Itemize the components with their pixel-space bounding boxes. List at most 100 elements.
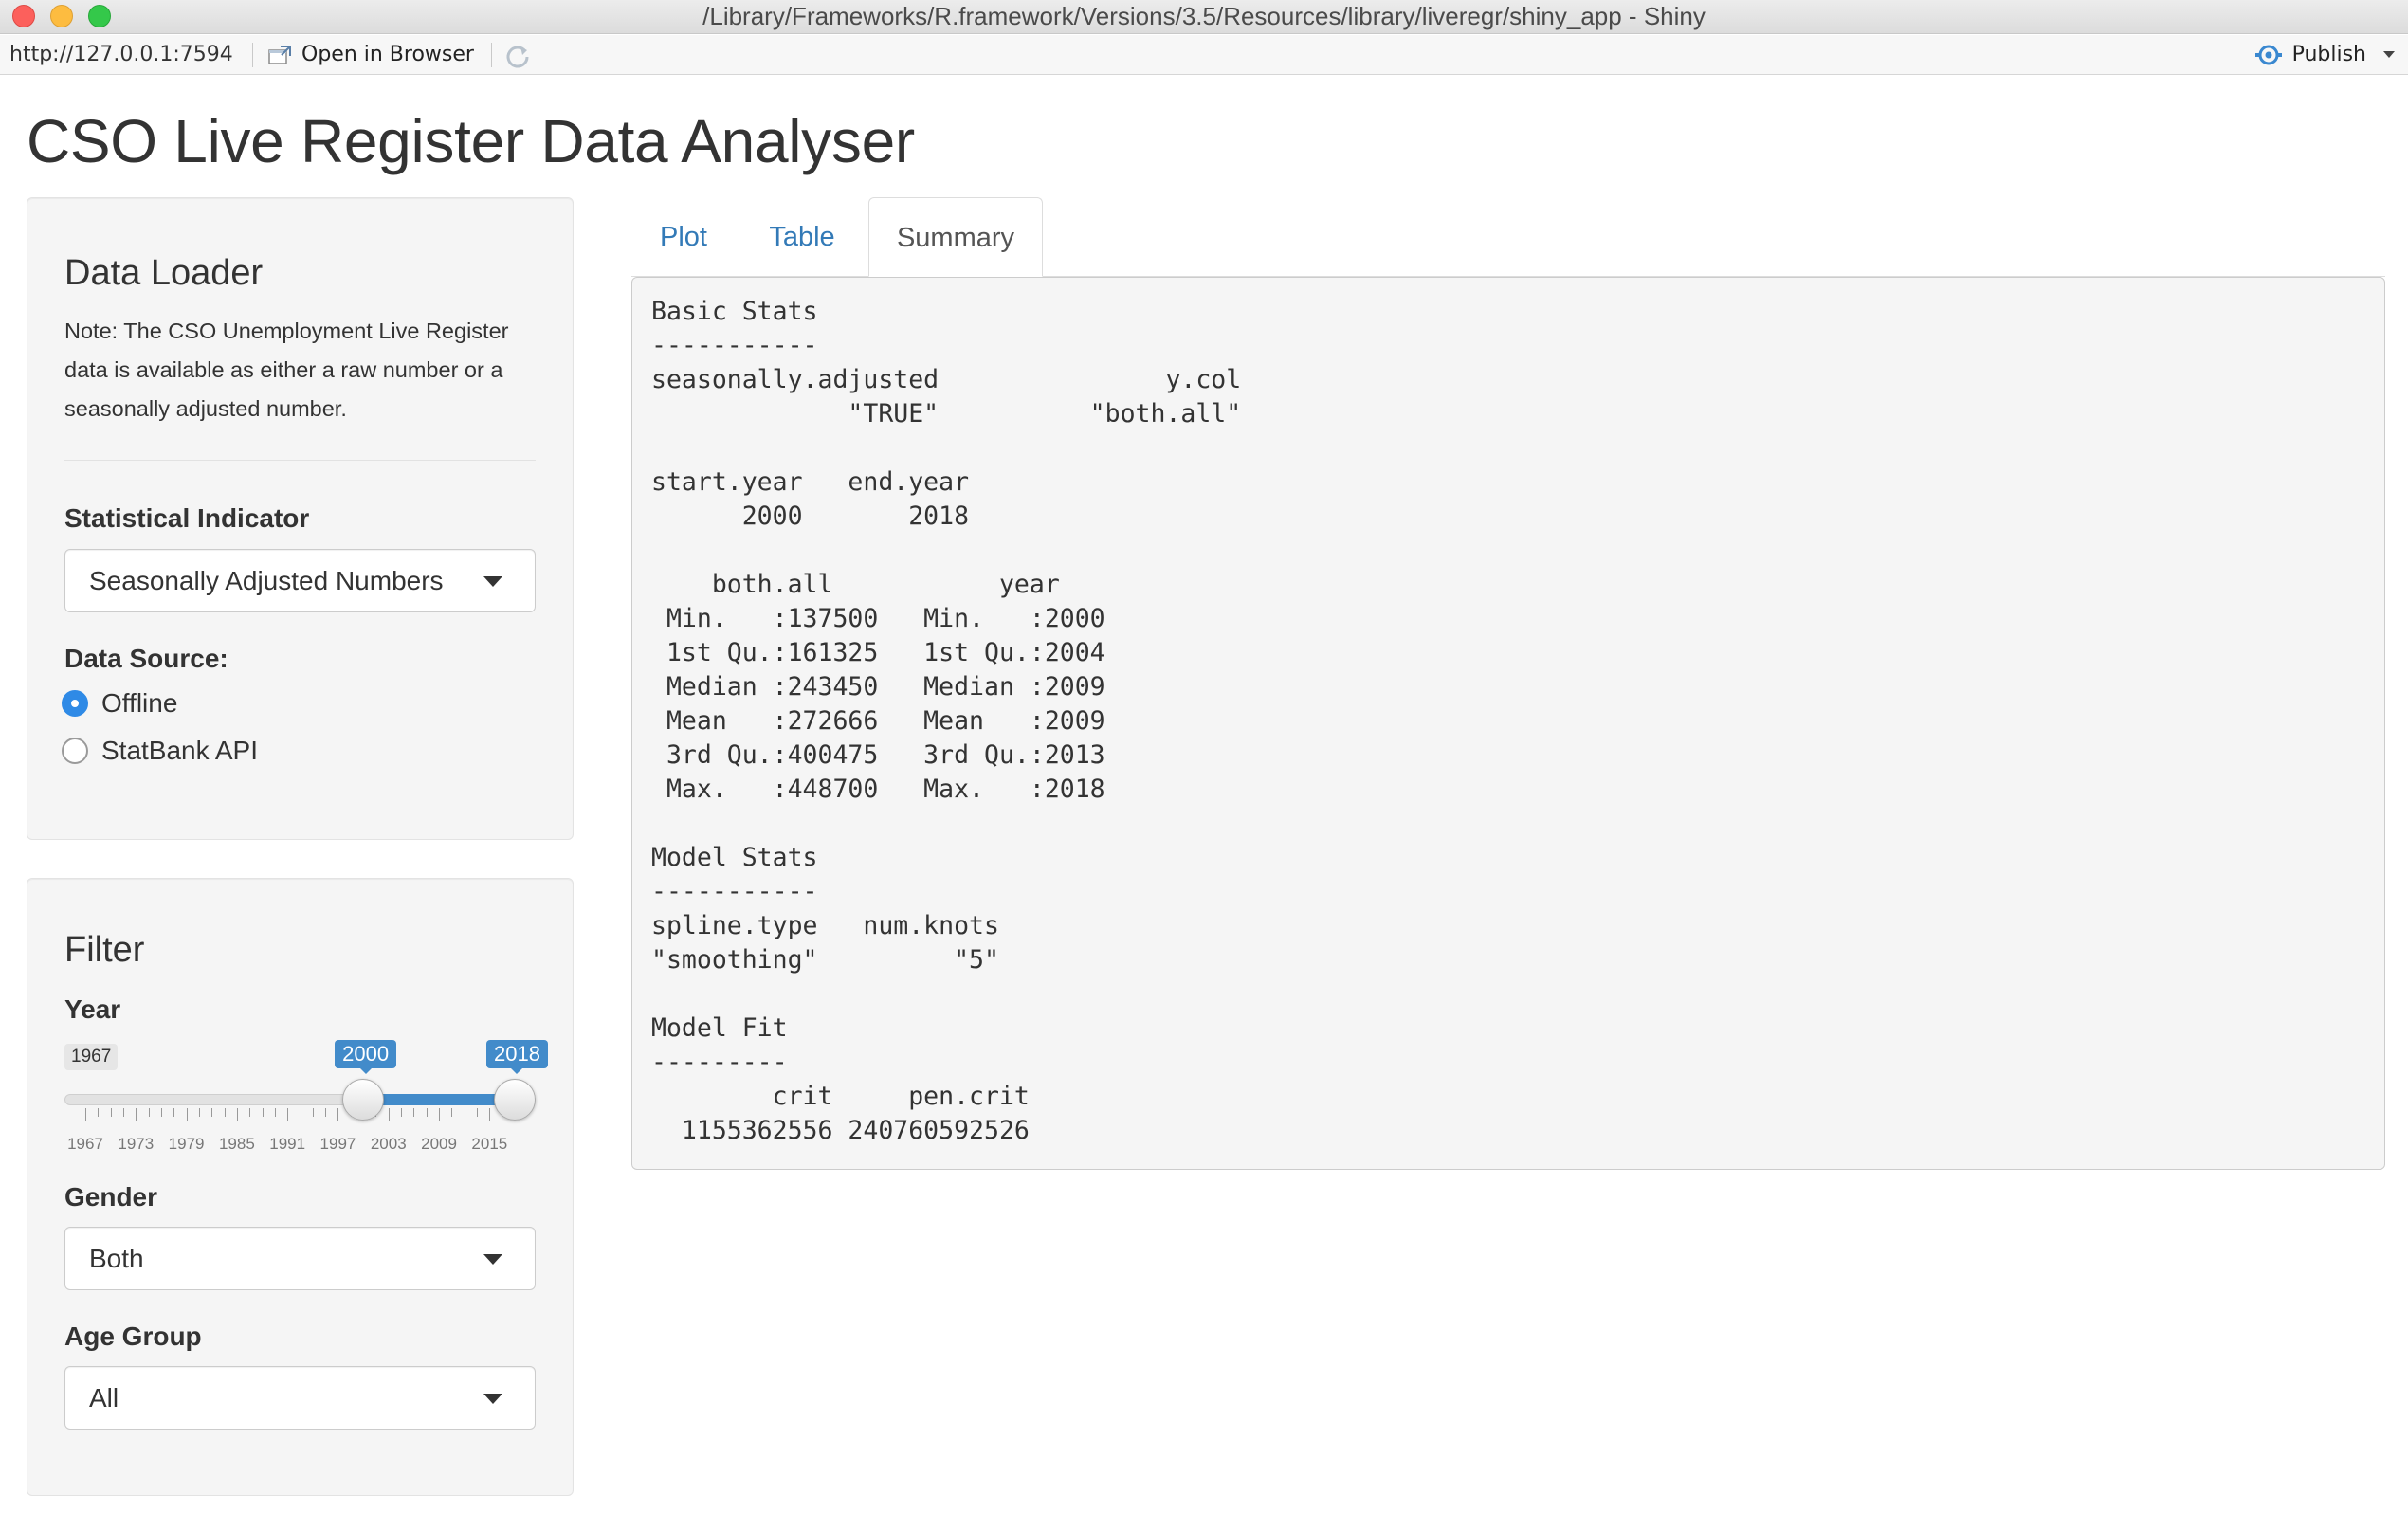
statistical-indicator-select[interactable]: Seasonally Adjusted Numbers: [64, 549, 536, 612]
tab-summary[interactable]: Summary: [868, 197, 1043, 277]
summary-line: ---------: [651, 1048, 788, 1077]
slider-tick: [236, 1108, 238, 1121]
summary-line: Mean :272666 Mean :2009: [651, 706, 1105, 736]
slider-tick: [198, 1108, 200, 1117]
slider-to-badge: 2018: [486, 1040, 548, 1074]
slider-selected-range: [363, 1094, 515, 1105]
slider-to-handle[interactable]: [494, 1079, 536, 1121]
slider-ticks: [64, 1108, 536, 1123]
publish-dropdown-icon[interactable]: [2383, 51, 2395, 58]
year-range-slider[interactable]: 1967 2000 2018 1967 1973 1979 1985 1991 1997 2…: [64, 1040, 548, 1154]
radio-statbank-api-label: StatBank API: [101, 736, 258, 765]
summary-line: [651, 431, 1241, 465]
slider-tick: [224, 1108, 226, 1117]
slider-tick-label: 1991: [269, 1135, 306, 1153]
age-group-select[interactable]: All: [64, 1366, 536, 1430]
summary-line: seasonally.adjusted y.col: [651, 365, 1242, 394]
window-titlebar: /Library/Frameworks/R.framework/Versions…: [0, 0, 2408, 34]
url-display[interactable]: http://127.0.0.1:7594: [9, 35, 233, 74]
chevron-down-icon: [483, 576, 502, 587]
publish-button[interactable]: Publish: [2254, 35, 2395, 74]
summary-line: Median :243450 Median :2009: [651, 672, 1105, 702]
slider-tick-label: 2003: [370, 1135, 407, 1153]
slider-tick: [211, 1108, 213, 1117]
summary-text: Basic Stats ----------- seasonally.adjuste…: [651, 295, 1241, 1148]
radio-checked-icon[interactable]: [62, 690, 88, 717]
summary-line: both.all year: [651, 570, 1060, 599]
tab-table[interactable]: Table: [736, 197, 868, 277]
slider-tick: [413, 1108, 415, 1117]
slider-tick-label: 1997: [319, 1135, 356, 1153]
slider-tick: [287, 1108, 289, 1121]
open-in-browser-button[interactable]: Open in Browser: [267, 35, 474, 74]
slider-tick: [148, 1108, 150, 1117]
slider-tick: [337, 1108, 339, 1121]
slider-tick-label: 1973: [118, 1135, 155, 1153]
open-in-browser-label: Open in Browser: [301, 43, 474, 66]
summary-line: crit pen.crit: [651, 1082, 1030, 1111]
refresh-icon[interactable]: [504, 43, 531, 69]
tab-plot[interactable]: Plot: [631, 197, 736, 277]
age-group-label: Age Group: [64, 1322, 202, 1351]
slider-tick: [249, 1108, 251, 1117]
slider-tick: [98, 1108, 100, 1117]
toolbar-separator: [491, 43, 492, 67]
open-browser-icon: [268, 45, 291, 64]
divider: [64, 460, 536, 461]
slider-min-badge: 1967: [64, 1044, 119, 1070]
gender-value: Both: [89, 1244, 144, 1273]
summary-line: Max. :448700 Max. :2018: [651, 775, 1105, 804]
slider-tick-label: 1967: [67, 1135, 103, 1153]
summary-line: -----------: [651, 877, 818, 906]
summary-line: 1st Qu.:161325 1st Qu.:2004: [651, 638, 1105, 667]
slider-tick: [477, 1108, 479, 1117]
slider-tick: [122, 1108, 124, 1117]
slider-from-badge: 2000: [335, 1040, 397, 1074]
summary-line: spline.type num.knots: [651, 911, 999, 940]
publish-label: Publish: [2291, 43, 2366, 66]
radio-offline[interactable]: Offline: [62, 688, 177, 719]
slider-tick: [312, 1108, 314, 1117]
slider-tick: [489, 1108, 491, 1121]
slider-tick: [160, 1108, 162, 1117]
toolbar-separator: [252, 43, 253, 67]
summary-line: "smoothing" "5": [651, 945, 999, 975]
filter-panel: Filter Year 1967 2000 2018 1967 1973 1979 1…: [27, 878, 574, 1496]
summary-line: [651, 534, 1241, 568]
radio-statbank-api[interactable]: StatBank API: [62, 736, 258, 766]
slider-tick-label: 1979: [168, 1135, 205, 1153]
summary-line: 3rd Qu.:400475 3rd Qu.:2013: [651, 740, 1105, 770]
radio-offline-label: Offline: [101, 688, 178, 718]
slider-tick: [401, 1108, 403, 1117]
summary-line: Basic Stats: [651, 297, 818, 326]
slider-from-handle[interactable]: [342, 1079, 385, 1121]
slider-tick-label: 1985: [218, 1135, 255, 1153]
slider-tick: [388, 1108, 390, 1121]
summary-output: Basic Stats ----------- seasonally.adjuste…: [631, 277, 2385, 1170]
summary-line: 1155362556 240760592526: [651, 1116, 1030, 1145]
gender-select[interactable]: Both: [64, 1227, 536, 1290]
page-title: CSO Live Register Data Analyser: [27, 107, 915, 175]
publish-icon: [2254, 45, 2282, 64]
slider-tick: [426, 1108, 428, 1117]
age-group-value: All: [89, 1383, 119, 1413]
gender-label: Gender: [64, 1182, 158, 1212]
summary-line: [651, 807, 1241, 841]
summary-line: Model Fit: [651, 1013, 788, 1043]
radio-unchecked-icon[interactable]: [62, 738, 88, 764]
slider-tick-label: 2015: [471, 1135, 508, 1153]
data-source-label: Data Source:: [64, 644, 228, 673]
slider-tick: [136, 1108, 137, 1121]
slider-tick: [439, 1108, 441, 1121]
slider-tick: [110, 1108, 112, 1117]
chevron-down-icon: [483, 1254, 502, 1265]
slider-tick: [262, 1108, 264, 1117]
data-loader-note: Note: The CSO Unemployment Live Register…: [64, 319, 509, 421]
summary-line: Min. :137500 Min. :2000: [651, 604, 1105, 633]
slider-tick-label: 2009: [421, 1135, 457, 1153]
summary-line: start.year end.year: [651, 467, 970, 497]
summary-line: 2000 2018: [651, 501, 970, 531]
chevron-down-icon: [483, 1394, 502, 1404]
filter-heading: Filter: [64, 930, 145, 970]
data-loader-heading: Data Loader: [64, 253, 264, 293]
